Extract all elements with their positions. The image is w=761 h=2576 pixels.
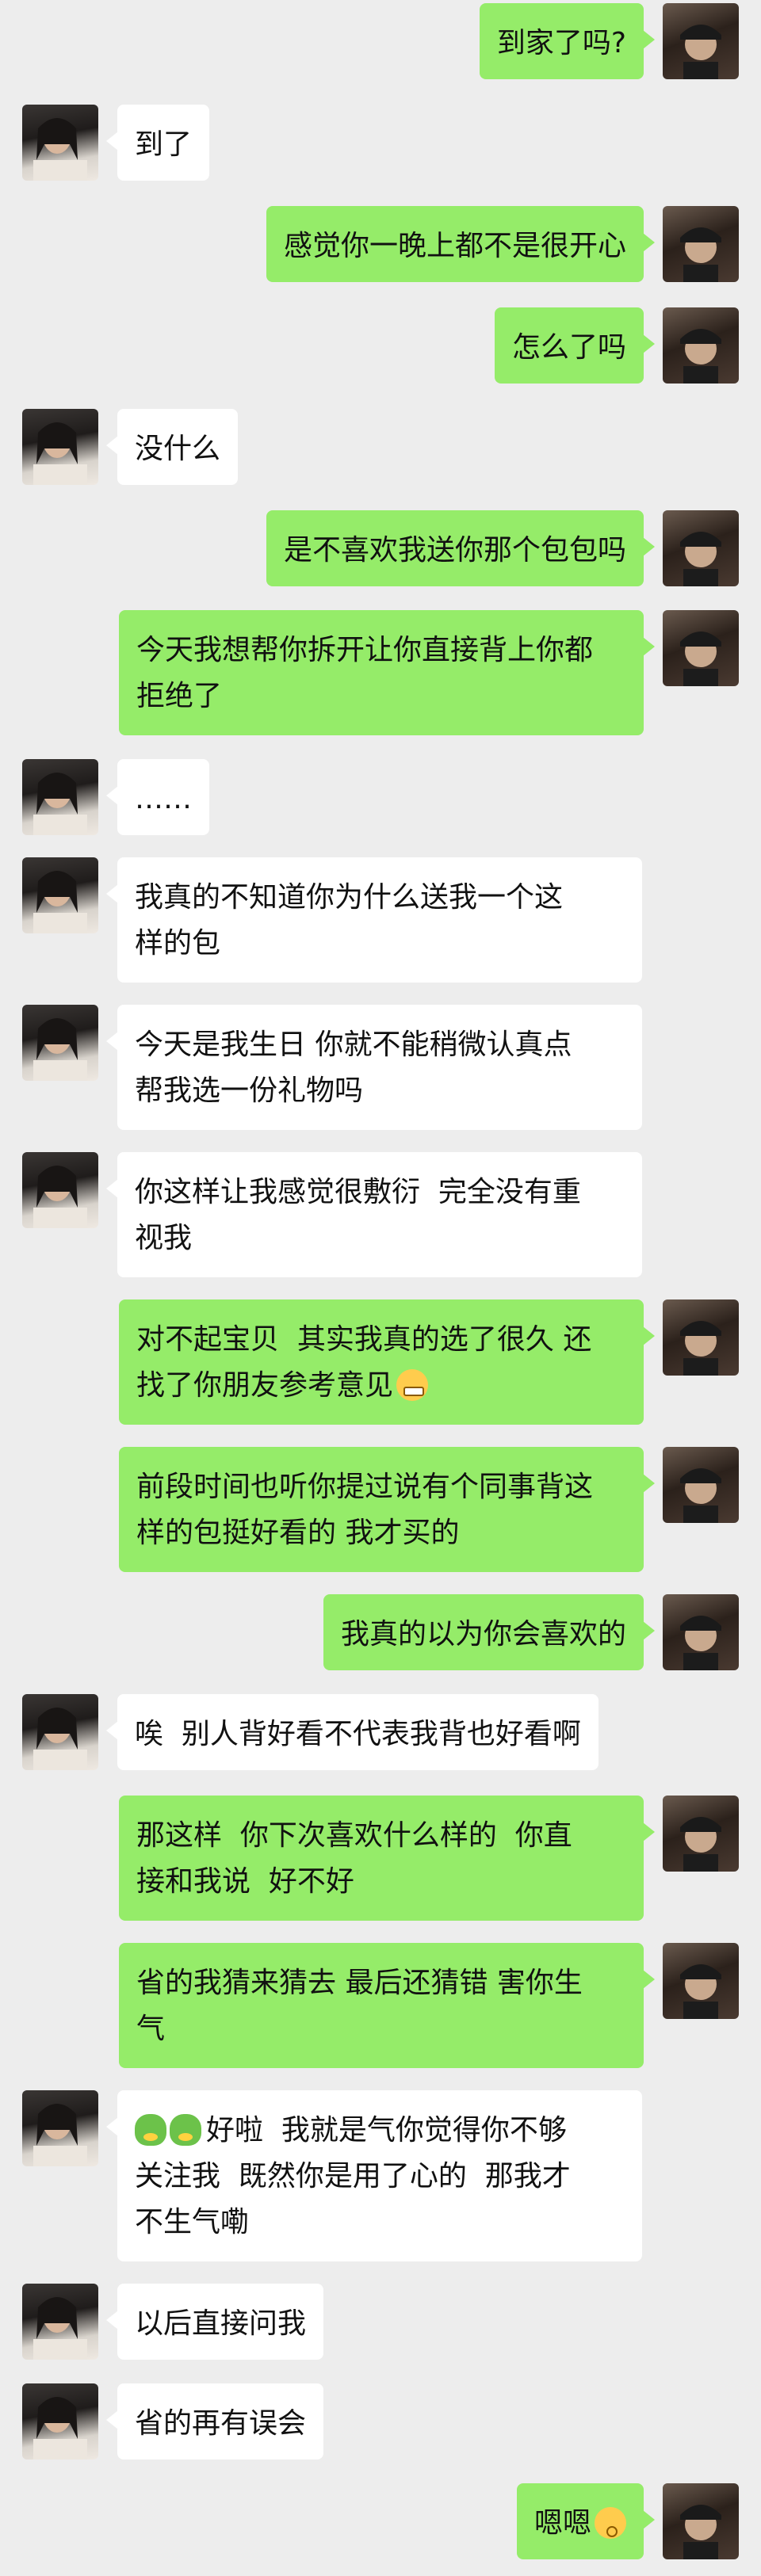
avatar-photo-icon (33, 422, 87, 485)
message-bubble-incoming[interactable]: 我真的不知道你为什么送我一个这 样的包 (106, 857, 642, 983)
avatar-me[interactable] (663, 510, 739, 586)
message-text: 我真的以为你会喜欢的 (340, 1618, 626, 1651)
avatar-her[interactable] (22, 2284, 98, 2360)
avatar-me[interactable] (663, 206, 739, 282)
avatar-photo-icon (680, 329, 721, 384)
avatar-photo-icon (680, 632, 721, 686)
message-text: 是不喜欢我送你那个包包吗 (283, 534, 626, 567)
avatar-her[interactable] (22, 1694, 98, 1770)
avatar-me[interactable] (663, 1447, 739, 1523)
message-bubble-incoming[interactable]: 好啦 我就是气你觉得你不够 关注我 既然你是用了心的 那我才 不生气嘞 (106, 2090, 642, 2261)
avatar-photo-icon (680, 227, 721, 282)
avatar-photo-icon (680, 1321, 721, 1376)
message-bubble-incoming[interactable]: 你这样让我感觉很敷衍 完全没有重 视我 (106, 1152, 642, 1277)
avatar-me[interactable] (663, 1796, 739, 1872)
message-text: 以后直接问我 (135, 2307, 307, 2340)
message-text: …… (135, 783, 192, 815)
message-bubble-outgoing[interactable]: 是不喜欢我送你那个包包吗 (266, 510, 656, 586)
avatar-photo-icon (680, 1964, 721, 2019)
avatar-her[interactable] (22, 1152, 98, 1228)
avatar-photo-icon (680, 25, 721, 79)
avatar-me[interactable] (663, 3, 739, 79)
message-text: 怎么了吗 (511, 331, 626, 364)
avatar-her[interactable] (22, 2090, 98, 2166)
avatar-photo-icon (33, 871, 87, 933)
message-bubble-outgoing[interactable]: 今天我想帮你拆开让你直接背上你都 拒绝了 (119, 610, 655, 735)
message-bubble-incoming[interactable]: 没什么 (105, 409, 239, 485)
message-text: 到家了吗? (496, 27, 626, 59)
avatar-photo-icon (680, 1468, 721, 1523)
avatar-photo-icon (33, 773, 87, 835)
message-text: 你这样让我感觉很敷衍 完全没有重 视我 (135, 1176, 581, 1254)
message-bubble-incoming[interactable]: 到了 (105, 105, 210, 181)
green-creature-emoji-icon (135, 2114, 166, 2146)
avatar-me[interactable] (663, 1299, 739, 1376)
message-text: 省的再有误会 (135, 2407, 307, 2440)
avatar-photo-icon (680, 1817, 721, 1872)
message-text: 嗯嗯 (533, 2507, 591, 2540)
message-bubble-incoming[interactable]: …… (106, 759, 209, 835)
message-text: 感觉你一晚上都不是很开心 (283, 230, 626, 262)
message-bubble-outgoing[interactable]: 我真的以为你会喜欢的 (323, 1594, 656, 1670)
message-bubble-outgoing[interactable]: 到家了吗? (479, 3, 656, 79)
message-text: 到了 (135, 128, 193, 161)
shy-emoji-icon (595, 2507, 626, 2539)
message-bubble-outgoing[interactable]: 对不起宝贝 其实我真的选了很久 还 找了你朋友参考意见 (119, 1299, 655, 1425)
avatar-photo-icon (680, 1616, 721, 1670)
message-text: 省的我猜来猜去 最后还猜错 害你生 气 (136, 1967, 583, 2045)
avatar-photo-icon (33, 2397, 87, 2460)
avatar-photo-icon (33, 118, 87, 181)
message-text: 没什么 (135, 433, 221, 465)
message-text: 今天是我生日 你就不能稍微认真点 帮我选一份礼物吗 (135, 1028, 572, 1107)
avatar-photo-icon (33, 1018, 87, 1081)
avatar-her[interactable] (22, 105, 98, 181)
message-text: 唉 别人背好看不代表我背也好看啊 (135, 1718, 581, 1750)
message-bubble-outgoing[interactable]: 那这样 你下次喜欢什么样的 你直 接和我说 好不好 (119, 1796, 655, 1921)
message-bubble-incoming[interactable]: 唉 别人背好看不代表我背也好看啊 (106, 1694, 598, 1770)
avatar-her[interactable] (22, 857, 98, 933)
message-text: 那这样 你下次喜欢什么样的 你直 接和我说 好不好 (136, 1819, 572, 1898)
message-bubble-outgoing[interactable]: 嗯嗯 (516, 2483, 656, 2559)
grimace-emoji-icon (396, 1369, 429, 1401)
avatar-photo-icon (680, 2505, 721, 2559)
avatar-her[interactable] (22, 1005, 98, 1081)
message-bubble-incoming[interactable]: 以后直接问我 (105, 2284, 324, 2360)
message-bubble-incoming[interactable]: 省的再有误会 (105, 2383, 324, 2460)
message-bubble-outgoing[interactable]: 感觉你一晚上都不是很开心 (266, 206, 656, 282)
avatar-me[interactable] (663, 1594, 739, 1670)
avatar-photo-icon (33, 2104, 87, 2166)
message-bubble-outgoing[interactable]: 怎么了吗 (494, 307, 656, 384)
message-bubble-incoming[interactable]: 今天是我生日 你就不能稍微认真点 帮我选一份礼物吗 (106, 1005, 642, 1130)
message-bubble-outgoing[interactable]: 省的我猜来猜去 最后还猜错 害你生 气 (119, 1943, 655, 2068)
avatar-me[interactable] (663, 610, 739, 686)
green-creature-emoji-icon (170, 2114, 201, 2146)
avatar-her[interactable] (22, 759, 98, 835)
message-text: 我真的不知道你为什么送我一个这 样的包 (135, 881, 564, 960)
avatar-photo-icon (33, 1166, 87, 1228)
avatar-her[interactable] (22, 2383, 98, 2460)
message-text: 今天我想帮你拆开让你直接背上你都 拒绝了 (136, 634, 594, 712)
message-bubble-outgoing[interactable]: 前段时间也听你提过说有个同事背这 样的包挺好看的 我才买的 (119, 1447, 655, 1572)
message-text: 前段时间也听你提过说有个同事背这 样的包挺好看的 我才买的 (136, 1471, 594, 1549)
avatar-me[interactable] (663, 1943, 739, 2019)
avatar-photo-icon (680, 532, 721, 586)
message-text: 对不起宝贝 其实我真的选了很久 还 找了你朋友参考意见 (136, 1323, 592, 1402)
avatar-me[interactable] (663, 2483, 739, 2559)
avatar-her[interactable] (22, 409, 98, 485)
avatar-photo-icon (33, 2297, 87, 2360)
avatar-me[interactable] (663, 307, 739, 384)
avatar-photo-icon (33, 1708, 87, 1770)
